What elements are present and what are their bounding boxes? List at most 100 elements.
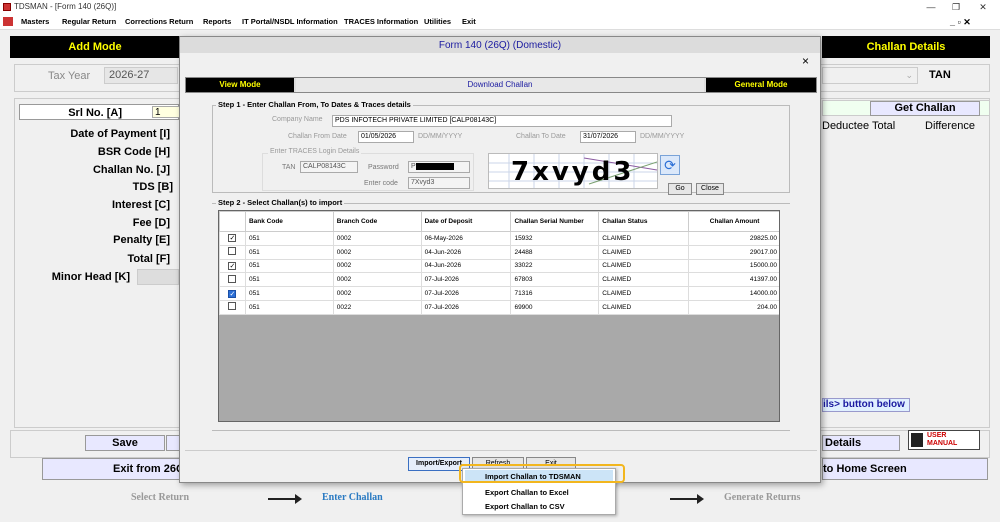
column-header[interactable]: Challan Serial Number	[510, 211, 600, 232]
from-date-format: DD/MM/YYYY	[418, 133, 463, 140]
password-field[interactable]: P	[408, 161, 470, 173]
tan-dropdown-arrow-icon[interactable]: ⌄	[822, 67, 918, 84]
checkbox-cell[interactable]	[219, 299, 246, 315]
table-header-row: Bank Code Branch Code Date of Deposit Ch…	[219, 211, 779, 232]
step-select-return: Select Return	[131, 492, 190, 503]
password-label: Password	[368, 164, 399, 171]
tan-label: TAN	[929, 69, 951, 81]
amount-cell: 15000.00	[688, 258, 779, 274]
company-name-label: Company Name	[272, 116, 323, 123]
close-button[interactable]: Close	[696, 183, 724, 195]
tax-year-select[interactable]: 2026-27	[104, 67, 178, 84]
table-row[interactable]: 051 0022 07-Jul-2026 69900 CLAIMED 204.00	[219, 299, 779, 315]
serial-number-cell: 69900	[510, 299, 600, 315]
get-challan-button[interactable]: Get Challan	[870, 101, 980, 116]
minor-head-label: Minor Head [K]	[51, 271, 130, 283]
bank-code-cell: 051	[244, 231, 334, 246]
menu-regular-return[interactable]: Regular Return	[62, 17, 116, 26]
row-checkbox[interactable]: ✓	[228, 289, 237, 298]
column-header[interactable]: Date of Deposit	[420, 211, 512, 232]
menu-traces[interactable]: TRACES Information	[344, 17, 418, 26]
arrow-icon	[670, 494, 704, 504]
exit-from-26q-button[interactable]: Exit from 26Q	[42, 458, 180, 480]
deposit-date-cell: 04-Jun-2026	[420, 244, 512, 260]
restore-button[interactable]: ❐	[945, 0, 967, 14]
branch-code-cell: 0002	[332, 244, 422, 260]
column-header[interactable]: Branch Code	[332, 211, 422, 232]
export-excel-menu-item[interactable]: Export Challan to Excel	[465, 486, 613, 499]
window-close-button[interactable]: ✕	[972, 0, 994, 14]
table-row[interactable]: ✓ 051 0002 06-May-2026 15932 CLAIMED 29825.00	[219, 231, 779, 246]
row-checkbox[interactable]: ✓	[228, 261, 237, 270]
srno-label: Srl No. [A]	[68, 107, 122, 119]
challan-table: Bank Code Branch Code Date of Deposit Ch…	[219, 211, 779, 315]
window-title: TDSMAN - [Form 140 (26Q)]	[14, 2, 117, 11]
go-button[interactable]: Go	[668, 183, 692, 195]
tan-login-field[interactable]: CALP08143C	[300, 161, 358, 173]
amount-cell: 204.00	[688, 299, 779, 315]
challan-from-field[interactable]: 01/05/2026	[358, 131, 414, 143]
view-mode-tab[interactable]: View Mode	[186, 78, 294, 92]
column-header[interactable]: Bank Code	[244, 211, 334, 232]
deposit-date-cell: 07-Jul-2026	[420, 299, 512, 315]
checkbox-cell[interactable]	[219, 244, 246, 260]
refresh-captcha-icon[interactable]: ⟳	[660, 155, 680, 175]
branch-code-cell: 0002	[332, 286, 422, 301]
download-challan-dialog: Form 140 (26Q) (Domestic) × View Mode Do…	[179, 36, 821, 483]
company-name-field[interactable]: PDS INFOTECH PRIVATE LIMITED [CALP08143C…	[332, 115, 672, 127]
srno-field[interactable]: 1	[152, 106, 180, 118]
penalty-label: Penalty [E]	[113, 234, 170, 246]
serial-number-cell: 33022	[510, 258, 600, 274]
total-label: Total [F]	[127, 253, 170, 265]
user-manual-button[interactable]: USER MANUAL	[908, 430, 980, 450]
checkbox-cell[interactable]: ✓	[219, 231, 246, 246]
menu-reports[interactable]: Reports	[203, 17, 231, 26]
challan-grid[interactable]: Bank Code Branch Code Date of Deposit Ch…	[218, 210, 780, 422]
menu-utilities[interactable]: Utilities	[424, 17, 451, 26]
details-button[interactable]: Details	[822, 435, 900, 451]
minimize-button[interactable]: —	[920, 0, 942, 14]
serial-number-cell: 71316	[510, 286, 600, 301]
table-row[interactable]: 051 0002 04-Jun-2026 24488 CLAIMED 29017.00	[219, 244, 779, 260]
checkbox-cell[interactable]: ✓	[219, 258, 246, 274]
save-button[interactable]: Save	[85, 435, 165, 451]
menu-corrections-return[interactable]: Corrections Return	[125, 17, 193, 26]
table-row[interactable]: ✓ 051 0002 07-Jul-2026 71316 CLAIMED 14000.00	[219, 286, 779, 301]
table-row[interactable]: ✓ 051 0002 04-Jun-2026 33022 CLAIMED 15000.00	[219, 258, 779, 274]
fee-label: Fee [D]	[132, 217, 170, 229]
general-mode-tab[interactable]: General Mode	[706, 78, 816, 92]
menu-it-portal[interactable]: IT Portal/NSDL Information	[242, 17, 338, 26]
column-header[interactable]: Challan Status	[598, 211, 690, 232]
dialog-close-icon[interactable]: ×	[802, 54, 809, 68]
mdi-controls[interactable]: _ ▫ ✕	[950, 17, 971, 28]
export-csv-menu-item[interactable]: Export Challan to CSV	[465, 500, 613, 513]
menu-exit[interactable]: Exit	[462, 17, 476, 26]
step-enter-challan: Enter Challan	[322, 492, 383, 503]
checkbox-cell[interactable]: ✓	[219, 286, 246, 301]
row-checkbox[interactable]	[228, 302, 237, 311]
bank-code-cell: 051	[244, 272, 334, 288]
interest-label: Interest [C]	[111, 199, 170, 211]
table-row[interactable]: 051 0002 07-Jul-2026 67803 CLAIMED 41397.00	[219, 272, 779, 288]
select-column-header	[219, 211, 246, 232]
minor-head-select[interactable]	[137, 269, 179, 285]
row-checkbox[interactable]: ✓	[228, 234, 237, 243]
bsr-code-label: BSR Code [H]	[97, 146, 170, 158]
hint-text: ils> button below	[822, 398, 910, 412]
download-challan-tab[interactable]: Download Challan	[296, 78, 704, 92]
user-manual-label: USER MANUAL	[927, 432, 958, 447]
challan-to-label: Challan To Date	[516, 133, 566, 140]
challan-to-field[interactable]: 31/07/2026	[580, 131, 636, 143]
menu-masters[interactable]: Masters	[21, 17, 49, 26]
amount-cell: 29017.00	[688, 244, 779, 260]
amount-cell: 14000.00	[688, 286, 779, 301]
column-header[interactable]: Challan Amount	[688, 211, 779, 232]
next-button-partial[interactable]	[166, 435, 180, 451]
add-mode-banner: Add Mode	[10, 36, 180, 58]
app-icon	[3, 3, 11, 11]
checkbox-cell[interactable]	[219, 272, 246, 288]
row-checkbox[interactable]	[228, 247, 237, 256]
home-screen-button[interactable]: to Home Screen	[822, 458, 988, 480]
enter-code-field[interactable]: 7Xvyd3	[408, 177, 470, 189]
row-checkbox[interactable]	[228, 274, 237, 283]
